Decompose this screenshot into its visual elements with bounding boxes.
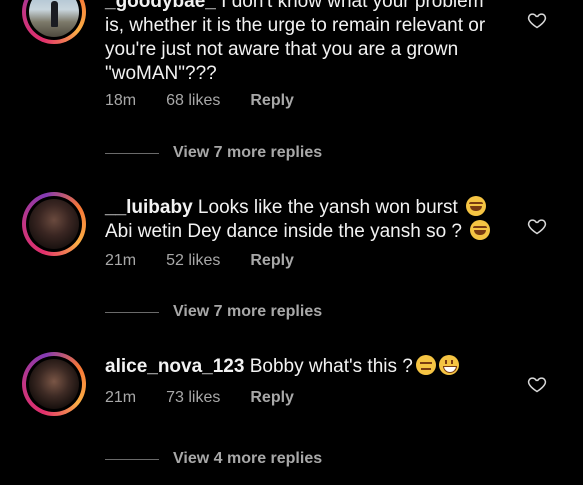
- comment-username[interactable]: alice_nova_123: [105, 356, 244, 377]
- view-more-replies[interactable]: View 7 more replies: [105, 303, 322, 321]
- reply-button[interactable]: Reply: [250, 92, 294, 110]
- heart-icon[interactable]: [527, 10, 547, 30]
- comment-text: _goodybae_ I don't know what your proble…: [105, 0, 505, 86]
- avatar[interactable]: [22, 352, 86, 416]
- grinning-emoji-icon: [438, 355, 459, 375]
- view-more-replies[interactable]: View 7 more replies: [105, 144, 322, 162]
- divider-line: [105, 458, 159, 460]
- comment-meta: 21m 52 likes Reply: [105, 252, 324, 270]
- comment-time: 18m: [105, 92, 137, 109]
- view-more-replies[interactable]: View 4 more replies: [105, 450, 322, 468]
- expressionless-emoji-icon: [415, 355, 436, 375]
- comment-meta: 21m 73 likes Reply: [105, 389, 324, 407]
- reply-button[interactable]: Reply: [250, 252, 294, 270]
- heart-icon[interactable]: [527, 216, 547, 236]
- comment-body: Looks like the yansh won burst: [192, 197, 464, 218]
- divider-line: [105, 152, 159, 154]
- view-more-label[interactable]: View 7 more replies: [173, 144, 322, 162]
- comment-username[interactable]: __luibaby: [105, 197, 193, 218]
- laughing-emoji-icon: [470, 220, 491, 240]
- reply-button[interactable]: Reply: [250, 389, 294, 407]
- view-more-label[interactable]: View 7 more replies: [173, 303, 322, 321]
- comment-likes[interactable]: 73 likes: [166, 389, 220, 407]
- comment-text: alice_nova_123 Bobby what's this ?: [105, 355, 505, 379]
- comment-meta: 18m 68 likes Reply: [105, 92, 324, 110]
- comment-body: Bobby what's this ?: [244, 356, 413, 377]
- view-more-label[interactable]: View 4 more replies: [173, 450, 322, 468]
- comment-text: __luibaby Looks like the yansh won burst…: [105, 196, 505, 244]
- comment-body: I don't know what your problem is, wheth…: [105, 0, 486, 84]
- heart-icon[interactable]: [527, 374, 547, 394]
- comment-username[interactable]: _goodybae_: [105, 0, 216, 12]
- avatar[interactable]: [22, 0, 86, 44]
- comment-time: 21m: [105, 389, 137, 406]
- avatar[interactable]: [22, 192, 86, 256]
- comment-body-line-2: Abi wetin Dey dance inside the yansh so …: [105, 221, 468, 242]
- divider-line: [105, 311, 159, 313]
- comment-likes[interactable]: 68 likes: [166, 92, 220, 110]
- comment-likes[interactable]: 52 likes: [166, 252, 220, 270]
- comment-time: 21m: [105, 252, 137, 269]
- laughing-emoji-icon: [466, 196, 487, 216]
